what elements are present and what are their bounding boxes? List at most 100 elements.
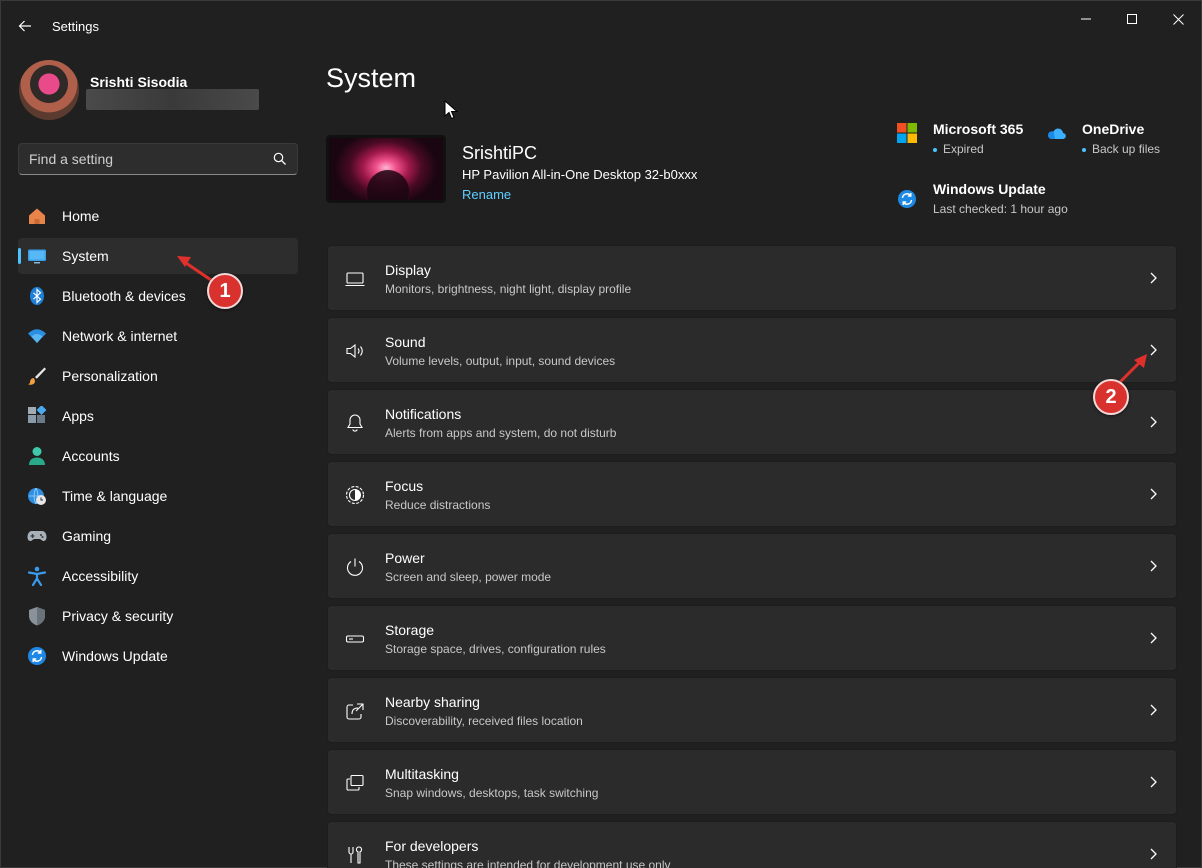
sidebar-item-label: System [62,248,109,264]
tile-status: Back up files [1082,142,1160,156]
sidebar-item-label: Accessibility [62,568,139,584]
card-subtitle: Alerts from apps and system, do not dist… [385,426,617,440]
search-box[interactable] [18,143,298,175]
chevron-right-icon [1150,488,1157,500]
back-button[interactable] [11,13,39,39]
card-focus[interactable]: Focus Reduce distractions [327,461,1177,527]
share-icon [345,701,365,721]
card-subtitle: Storage space, drives, configuration rul… [385,642,606,656]
sidebar-item-label: Gaming [62,528,112,544]
tile-onedrive[interactable]: OneDrive Back up files [1046,121,1186,161]
card-multitasking[interactable]: Multitasking Snap windows, desktops, tas… [327,749,1177,815]
sidebar-item-apps[interactable]: Apps [18,398,298,434]
display-icon [345,269,365,289]
card-subtitle: Discoverability, received files location [385,714,583,728]
chevron-right-icon [1150,272,1157,284]
sidebar-item-label: Network & internet [62,328,178,344]
power-icon [345,557,365,577]
sidebar-item-label: Privacy & security [62,608,174,624]
chevron-right-icon [1150,416,1157,428]
speaker-icon [345,341,365,361]
gamepad-icon [27,526,47,546]
card-title: Power [385,550,425,566]
developer-tools-icon [345,845,365,865]
update-icon [27,646,47,666]
chevron-right-icon [1150,560,1157,572]
minimize-button[interactable] [1063,5,1109,33]
onedrive-icon [1047,128,1066,140]
sidebar-item-gaming[interactable]: Gaming [18,518,298,554]
chevron-right-icon [1150,632,1157,644]
back-arrow-icon [18,20,31,32]
wifi-icon [27,326,47,346]
mouse-cursor-icon [444,100,458,120]
apps-icon [27,406,47,426]
user-name: Srishti Sisodia [90,74,188,90]
sidebar-item-accounts[interactable]: Accounts [18,438,298,474]
avatar[interactable] [19,60,79,120]
sidebar-item-system[interactable]: System [18,238,298,274]
focus-icon [345,485,365,505]
minimize-icon [1081,18,1091,20]
card-storage[interactable]: Storage Storage space, drives, configura… [327,605,1177,671]
search-icon[interactable] [273,152,287,166]
card-notifications[interactable]: Notifications Alerts from apps and syste… [327,389,1177,455]
sidebar-item-home[interactable]: Home [18,198,298,234]
sidebar-item-label: Home [62,208,100,224]
card-title: Focus [385,478,424,494]
sidebar-item-personalization[interactable]: Personalization [18,358,298,394]
search-input[interactable] [29,151,259,167]
brush-icon [27,366,47,386]
card-subtitle: Screen and sleep, power mode [385,570,552,584]
card-title: Notifications [385,406,462,422]
chevron-right-icon [1150,344,1157,356]
monitor-icon [27,246,47,266]
tile-status-text: Back up files [1092,142,1161,156]
rename-link[interactable]: Rename [462,187,511,202]
sidebar-item-privacy-security[interactable]: Privacy & security [18,598,298,634]
tile-windows-update[interactable]: Windows Update Last checked: 1 hour ago [897,181,1077,221]
device-name: SrishtiPC [462,143,538,163]
card-nearby-sharing[interactable]: Nearby sharing Discoverability, received… [327,677,1177,743]
accessibility-icon [27,566,47,586]
tile-title: Windows Update [933,181,1046,197]
sidebar-item-time-language[interactable]: Time & language [18,478,298,514]
sidebar-item-label: Personalization [62,368,158,384]
card-subtitle: Monitors, brightness, night light, displ… [385,282,632,296]
sidebar-item-label: Apps [62,408,94,424]
sidebar-item-label: Time & language [62,488,168,504]
bell-icon [345,413,365,433]
person-icon [27,446,47,466]
sidebar-item-label: Windows Update [62,648,168,664]
maximize-button[interactable] [1109,5,1155,33]
sidebar-item-network[interactable]: Network & internet [18,318,298,354]
card-display[interactable]: Display Monitors, brightness, night ligh… [327,245,1177,311]
multitasking-icon [345,773,365,793]
card-subtitle: Reduce distractions [385,498,491,512]
sidebar-item-label: Accounts [62,448,120,464]
card-subtitle: Snap windows, desktops, task switching [385,786,599,800]
bluetooth-icon [27,286,47,306]
globe-clock-icon [27,486,47,506]
device-wallpaper-thumbnail [326,135,446,203]
page-title: System [326,63,417,93]
chevron-right-icon [1150,848,1157,860]
maximize-icon [1127,14,1137,24]
card-for-developers[interactable]: For developers These settings are intend… [327,821,1177,868]
sidebar-item-windows-update[interactable]: Windows Update [18,638,298,674]
card-subtitle: Volume levels, output, input, sound devi… [385,354,616,368]
shield-icon [27,606,47,626]
tile-microsoft-365[interactable]: Microsoft 365 Expired [897,121,1037,161]
tile-status-text: Expired [943,142,984,156]
sidebar-item-bluetooth[interactable]: Bluetooth & devices [18,278,298,314]
tile-status: Expired [933,142,984,156]
sidebar-item-accessibility[interactable]: Accessibility [18,558,298,594]
sidebar-item-label: Bluetooth & devices [62,288,186,304]
storage-icon [345,629,365,649]
home-icon [27,206,47,226]
status-dot [933,147,937,152]
card-title: Storage [385,622,435,638]
card-power[interactable]: Power Screen and sleep, power mode [327,533,1177,599]
card-sound[interactable]: Sound Volume levels, output, input, soun… [327,317,1177,383]
close-button[interactable] [1155,5,1201,33]
